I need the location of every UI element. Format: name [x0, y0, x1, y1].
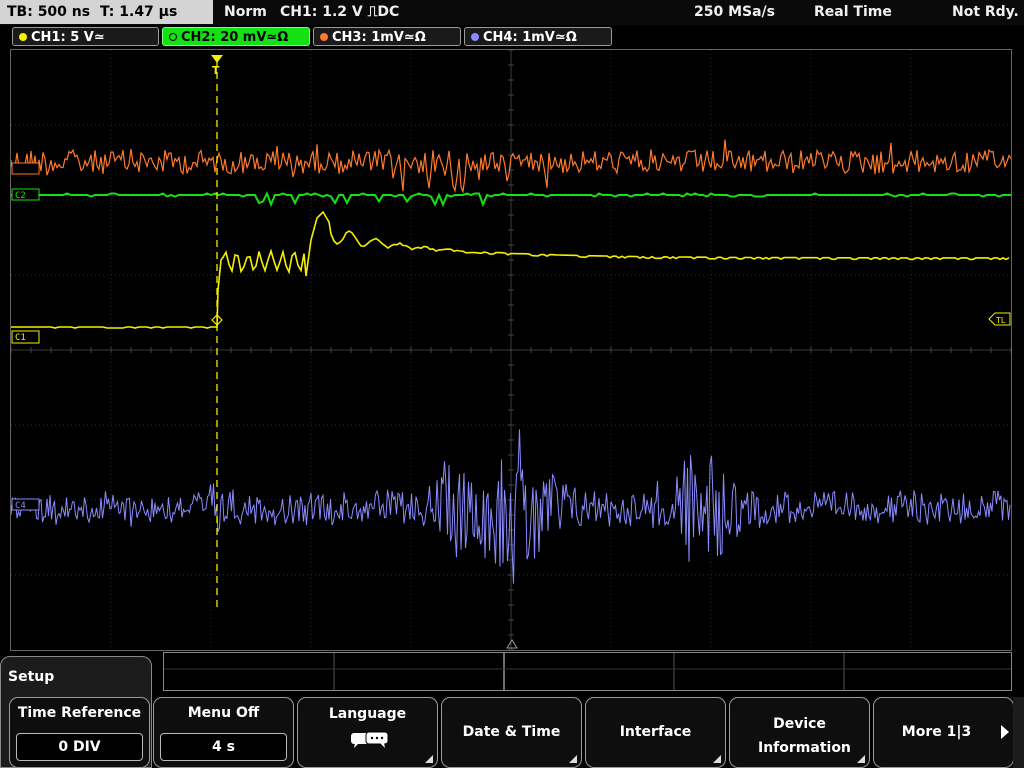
submenu-corner-icon — [425, 755, 433, 763]
ch1-ground-marker[interactable]: C1 — [11, 330, 40, 344]
interface-button[interactable]: Interface — [585, 697, 726, 768]
record-overview-bar[interactable] — [163, 652, 1012, 691]
language-label: Language — [328, 706, 407, 722]
time-reference-value: 0 DIV — [16, 733, 143, 761]
ch4-ground-marker[interactable]: C4 — [11, 498, 40, 511]
ch4-color-dot — [471, 32, 479, 41]
submenu-corner-icon — [857, 755, 865, 763]
menu-off-button[interactable]: Menu Off 4 s — [153, 697, 294, 768]
sample-rate: 250 MSa/s — [694, 4, 776, 20]
ch2-ground-marker[interactable]: C2 — [11, 188, 40, 201]
svg-text:C4: C4 — [15, 501, 26, 511]
ch2-color-dot — [169, 32, 177, 41]
trigger-setting[interactable]: CH1: 1.2 V ⎍DC — [280, 0, 399, 24]
more-button[interactable]: More 1|3 — [873, 697, 1014, 768]
menu-title: Setup — [8, 669, 55, 685]
trigger-time-text: T: 1.47 µs — [100, 4, 178, 20]
speech-bubbles-icon — [351, 731, 389, 748]
time-reference-label: Time Reference — [17, 705, 142, 721]
svg-text:C2: C2 — [15, 191, 26, 201]
channel-tab-ch1[interactable]: CH1: 5 V≃ — [12, 27, 159, 46]
submenu-corner-icon — [569, 755, 577, 763]
trigger-level-marker[interactable]: TL — [988, 312, 1011, 326]
horizontal-position-marker — [506, 639, 518, 649]
interface-label: Interface — [619, 724, 692, 740]
timebase-box[interactable]: TB: 500 ns T: 1.47 µs — [0, 0, 213, 24]
ch3-label: CH3: 1mV≃Ω — [332, 30, 426, 45]
device-information-label: Device Information — [758, 716, 851, 756]
ch4-label: CH4: 1mV≃Ω — [483, 30, 577, 45]
ch3-color-dot — [320, 32, 328, 41]
waveform-display[interactable]: T C2 C1 C4 TL — [10, 49, 1012, 651]
acquisition-mode: Real Time — [814, 4, 892, 20]
svg-text:C1: C1 — [15, 333, 26, 343]
submenu-corner-icon — [713, 755, 721, 763]
ch1-waveform — [11, 210, 1010, 329]
right-edge-strip — [1013, 697, 1024, 768]
timebase-text: TB: 500 ns — [7, 4, 91, 20]
language-button[interactable]: Language — [297, 697, 438, 768]
menu-off-label: Menu Off — [187, 705, 260, 721]
ch2-label: CH2: 20 mV≃Ω — [181, 30, 289, 45]
device-information-button[interactable]: Device Information — [729, 697, 870, 768]
ch1-color-dot — [19, 32, 27, 41]
channel-tab-ch4[interactable]: CH4: 1mV≃Ω — [464, 27, 612, 46]
svg-text:TL: TL — [995, 316, 1006, 325]
trigger-mode[interactable]: Norm — [224, 0, 267, 24]
trigger-position-icon[interactable]: T — [211, 55, 223, 77]
channel-tab-ch2[interactable]: CH2: 20 mV≃Ω — [162, 27, 310, 46]
graticule-grid — [11, 50, 1011, 650]
more-label: More 1|3 — [901, 724, 972, 740]
menu-off-value: 4 s — [160, 733, 287, 761]
date-time-button[interactable]: Date & Time — [441, 697, 582, 768]
next-arrow-icon — [1001, 725, 1009, 739]
trigger-state: Not Rdy. — [952, 4, 1019, 20]
ch3-ground-marker[interactable] — [11, 162, 40, 175]
date-time-label: Date & Time — [462, 724, 561, 740]
time-reference-button[interactable]: Time Reference 0 DIV — [9, 697, 150, 768]
channel-tab-ch3[interactable]: CH3: 1mV≃Ω — [313, 27, 461, 46]
status-bar: TB: 500 ns T: 1.47 µs Norm CH1: 1.2 V ⎍D… — [0, 0, 1024, 25]
trigger-position-label: T — [212, 64, 220, 77]
ch1-label: CH1: 5 V≃ — [31, 30, 105, 45]
